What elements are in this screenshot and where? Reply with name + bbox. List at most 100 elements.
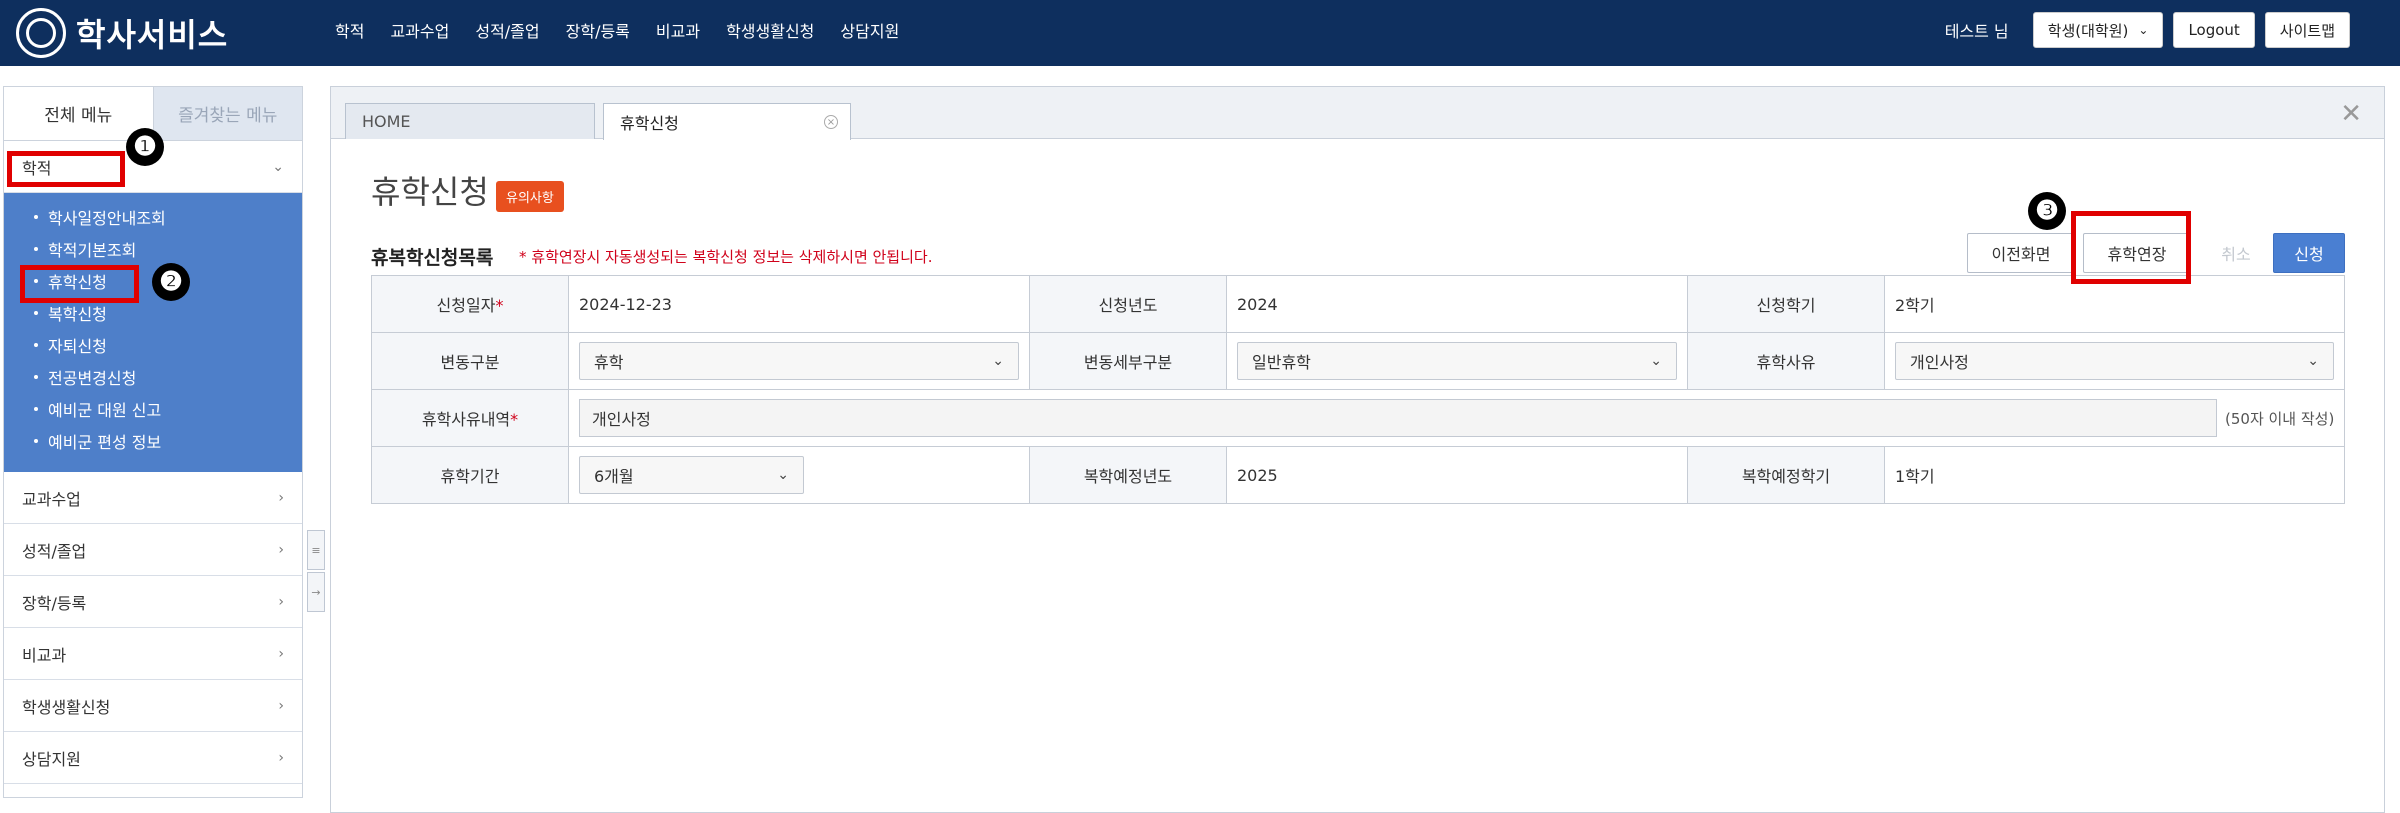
previous-screen-button[interactable]: 이전화면 <box>1967 233 2075 273</box>
close-window-icon[interactable]: ✕ <box>2340 99 2362 129</box>
logout-button[interactable]: Logout <box>2173 12 2255 48</box>
period-select[interactable]: 6개월 ⌄ <box>579 456 804 494</box>
sidebar-group-label: 학생생활신청 <box>22 697 111 717</box>
chevron-right-icon: › <box>278 749 284 766</box>
top-header: 학사서비스 학적 교과수업 성적/졸업 장학/등록 비교과 학생생활신청 상담지… <box>0 0 2400 66</box>
nav-item-grades[interactable]: 성적/졸업 <box>475 18 539 42</box>
tab-all-menu[interactable]: 전체 메뉴 <box>4 87 153 141</box>
sidebar-group-grades[interactable]: 성적/졸업 › <box>4 524 302 576</box>
reason-detail-cell: 개인사정 (50자 이내 작성) <box>568 389 2345 447</box>
chevron-down-icon: ⌄ <box>272 158 284 175</box>
sidebar-item-schedule[interactable]: 학사일정안내조회 <box>4 201 302 233</box>
sidebar-item-label: 전공변경신청 <box>48 369 137 388</box>
role-select[interactable]: 학생(대학원) ⌄ <box>2032 12 2164 48</box>
tab-leave-application[interactable]: 휴학신청 × <box>603 103 851 140</box>
sidebar-collapse-button[interactable]: → <box>307 572 325 612</box>
reason-detail-input[interactable]: 개인사정 <box>579 399 2217 437</box>
return-term-label: 복학예정학기 <box>1687 446 1885 504</box>
nav-item-academic-record[interactable]: 학적 <box>335 18 364 42</box>
page-title: 휴학신청 <box>371 173 489 211</box>
bullet-icon <box>34 247 38 251</box>
sidebar-item-reserve-info[interactable]: 예비군 편성 정보 <box>4 425 302 457</box>
role-select-value: 학생(대학원) <box>2047 21 2129 40</box>
change-detail-select[interactable]: 일반휴학 ⌄ <box>1237 342 1677 380</box>
sidebar-group-label: 상담지원 <box>22 749 81 769</box>
sidebar-group-label: 학적 <box>22 158 52 178</box>
extend-leave-button[interactable]: 휴학연장 <box>2083 233 2191 273</box>
notice-badge[interactable]: 유의사항 <box>496 181 564 212</box>
warning-note: * 휴학연장시 자동생성되는 복학신청 정보는 삭제하시면 안됩니다. <box>519 248 933 266</box>
tab-home[interactable]: HOME <box>345 103 595 139</box>
sidebar-item-label: 학사일정안내조회 <box>48 209 166 228</box>
sidebar-group-scholarship[interactable]: 장학/등록 › <box>4 576 302 628</box>
tab-label: HOME <box>362 112 411 131</box>
apply-date-label: 신청일자* <box>371 275 569 333</box>
close-icon[interactable]: × <box>824 115 838 129</box>
sidebar-group-extracurricular[interactable]: 비교과 › <box>4 628 302 680</box>
page-tab-bar: HOME 휴학신청 × ✕ <box>331 87 2384 140</box>
sidebar-item-record-basic[interactable]: 학적기본조회 <box>4 233 302 265</box>
annotation-marker-2: ❷ <box>152 263 190 301</box>
main-panel: HOME 휴학신청 × ✕ 휴학신청 유의사항 휴복학신청목록 * 휴학연장시 … <box>330 86 2385 813</box>
user-name: 테스트 님 <box>1944 22 2009 41</box>
reason-select[interactable]: 개인사정 ⌄ <box>1895 342 2334 380</box>
sidebar-resize-handle[interactable]: ≡ <box>307 530 325 570</box>
reason-cell: 개인사정 ⌄ <box>1884 332 2345 390</box>
left-sidebar: 전체 메뉴 즐겨찾는 메뉴 학적 ⌄ 학사일정안내조회 학적기본조회 휴학신청 … <box>3 86 303 798</box>
bullet-icon <box>34 407 38 411</box>
university-emblem-icon <box>16 8 66 58</box>
return-year-label: 복학예정년도 <box>1029 446 1227 504</box>
sidebar-group-student-life[interactable]: 학생생활신청 › <box>4 680 302 732</box>
chevron-down-icon: ⌄ <box>2307 353 2319 369</box>
select-value: 휴학 <box>594 353 624 372</box>
sidebar-item-label: 휴학신청 <box>48 273 107 292</box>
apply-year-label: 신청년도 <box>1029 275 1227 333</box>
apply-date-value: 2024-12-23 <box>568 275 1030 333</box>
chevron-right-icon: › <box>278 593 284 610</box>
period-label: 휴학기간 <box>371 446 569 504</box>
select-value: 개인사정 <box>1910 353 1969 372</box>
sidebar-group-counseling[interactable]: 상담지원 › <box>4 732 302 784</box>
sidebar-group-courses[interactable]: 교과수업 › <box>4 472 302 524</box>
nav-item-extracurricular[interactable]: 비교과 <box>656 18 700 42</box>
sidebar-group-label: 교과수업 <box>22 489 81 509</box>
sidebar-group-label: 장학/등록 <box>22 593 87 613</box>
sidebar-group-label: 성적/졸업 <box>22 541 87 561</box>
nav-item-counseling[interactable]: 상담지원 <box>840 18 899 42</box>
nav-item-scholarship[interactable]: 장학/등록 <box>566 18 630 42</box>
change-type-select[interactable]: 휴학 ⌄ <box>579 342 1019 380</box>
sidebar-item-return-application[interactable]: 복학신청 <box>4 297 302 329</box>
logo[interactable]: 학사서비스 <box>16 8 228 58</box>
leave-application-form: 신청일자* 2024-12-23 신청년도 2024 신청학기 2학기 변동구분… <box>371 275 2345 504</box>
nav-item-courses[interactable]: 교과수업 <box>390 18 449 42</box>
apply-button[interactable]: 신청 <box>2273 233 2345 273</box>
bullet-icon <box>34 439 38 443</box>
sidebar-submenu: 학사일정안내조회 학적기본조회 휴학신청 복학신청 자퇴신청 전공변경신청 예비… <box>4 193 302 472</box>
sidebar-item-reserve-report[interactable]: 예비군 대원 신고 <box>4 393 302 425</box>
chevron-right-icon: › <box>278 645 284 662</box>
logo-text: 학사서비스 <box>76 16 229 54</box>
apply-term-value: 2학기 <box>1884 275 2345 333</box>
chevron-down-icon: ⌄ <box>992 353 1004 369</box>
change-detail-cell: 일반휴학 ⌄ <box>1226 332 1688 390</box>
bullet-icon <box>34 279 38 283</box>
sidebar-item-major-change[interactable]: 전공변경신청 <box>4 361 302 393</box>
change-type-label: 변동구분 <box>371 332 569 390</box>
select-value: 일반휴학 <box>1252 353 1311 372</box>
form-row: 휴학사유내역* 개인사정 (50자 이내 작성) <box>371 389 2345 447</box>
change-type-cell: 휴학 ⌄ <box>568 332 1030 390</box>
tab-favorites[interactable]: 즐겨찾는 메뉴 <box>152 87 302 141</box>
bullet-icon <box>34 343 38 347</box>
nav-item-student-life[interactable]: 학생생활신청 <box>726 18 814 42</box>
sitemap-button[interactable]: 사이트맵 <box>2264 12 2350 48</box>
apply-term-label: 신청학기 <box>1687 275 1885 333</box>
sidebar-item-label: 예비군 대원 신고 <box>48 401 162 420</box>
sidebar-item-withdrawal[interactable]: 자퇴신청 <box>4 329 302 361</box>
cancel-button[interactable]: 취소 <box>2201 233 2271 273</box>
chevron-right-icon: › <box>278 489 284 506</box>
list-title: 휴복학신청목록 <box>371 247 494 269</box>
return-year-value: 2025 <box>1226 446 1688 504</box>
form-row: 휴학기간 6개월 ⌄ 복학예정년도 2025 복학예정학기 1학기 <box>371 446 2345 504</box>
annotation-marker-3: ❸ <box>2028 192 2066 230</box>
chevron-down-icon: ⌄ <box>1650 353 1662 369</box>
